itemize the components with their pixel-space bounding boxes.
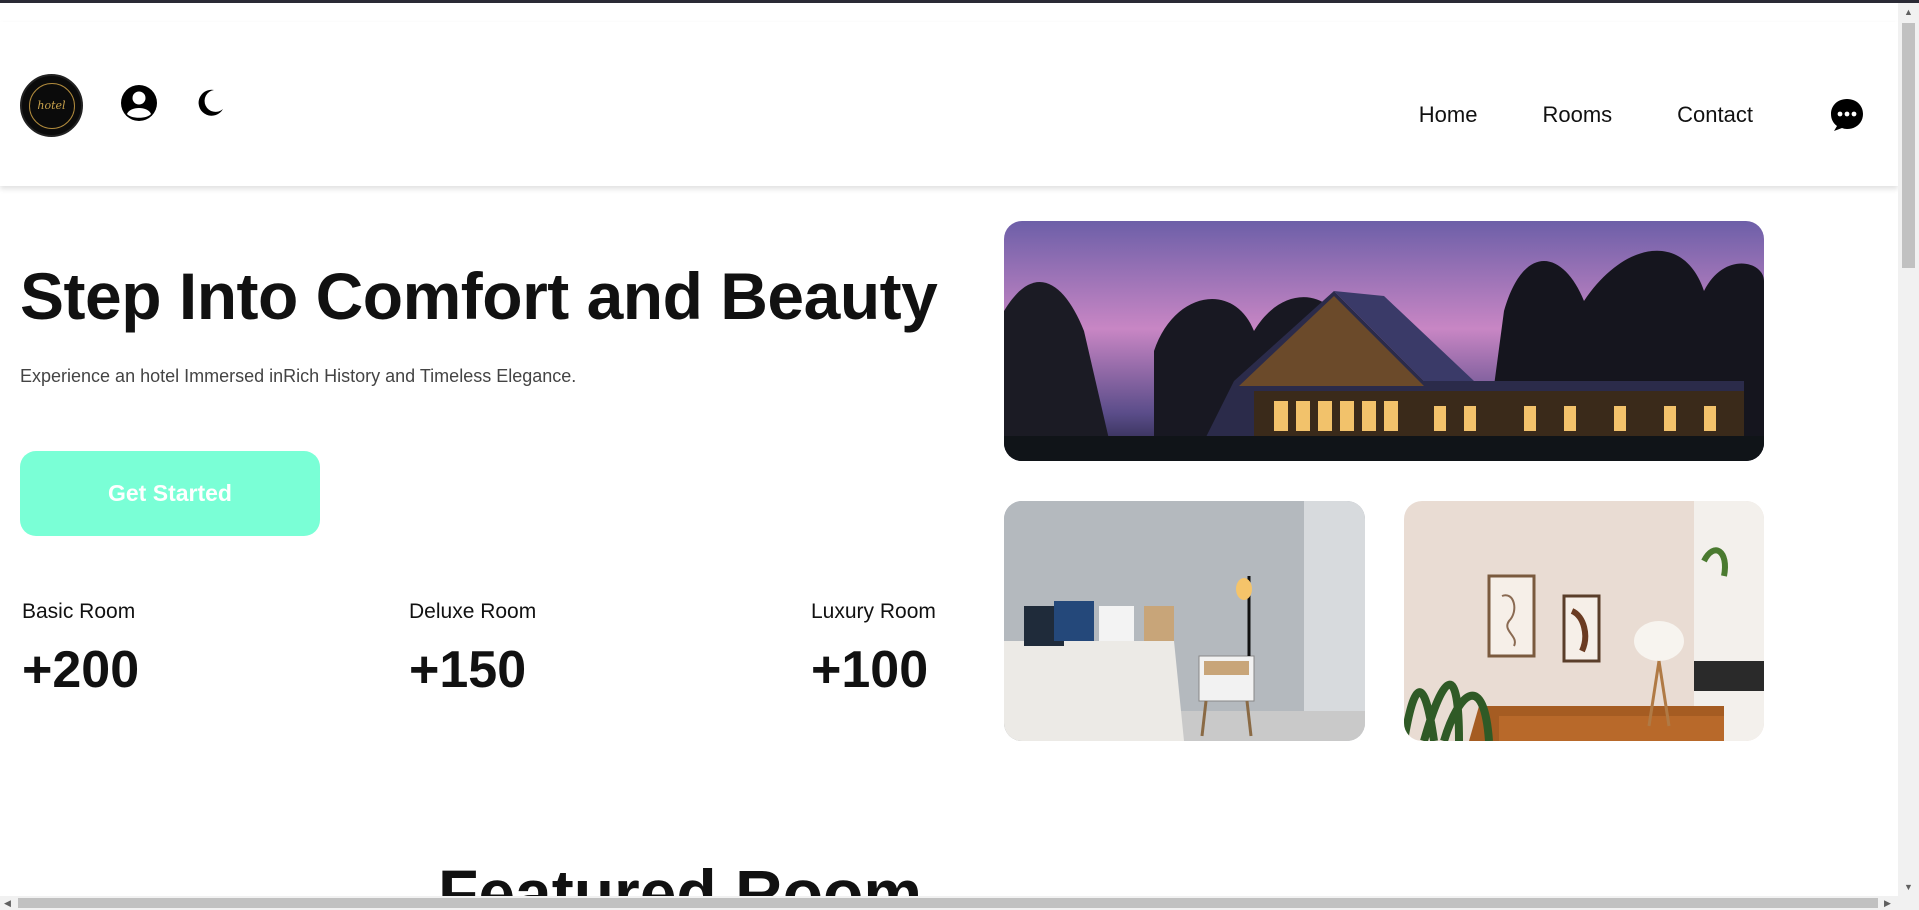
nav-rooms[interactable]: Rooms: [1542, 102, 1612, 128]
stat-deluxe-room: Deluxe Room +150: [409, 600, 536, 700]
get-started-button[interactable]: Get Started: [20, 451, 320, 536]
vertical-scroll-thumb[interactable]: [1902, 23, 1915, 268]
logo-emblem: hotel: [28, 82, 75, 129]
stat-label: Deluxe Room: [409, 600, 537, 623]
stat-basic-room: Basic Room +200: [22, 600, 139, 700]
scroll-right-icon[interactable]: ▶: [1884, 898, 1891, 908]
chat-icon[interactable]: [1829, 97, 1865, 133]
stat-label: Basic Room: [22, 600, 136, 623]
scroll-down-icon[interactable]: ▼: [1904, 882, 1913, 892]
horizontal-scroll-thumb[interactable]: [18, 898, 1878, 908]
hero-subtitle: Experience an hotel Immersed inRich Hist…: [20, 366, 577, 386]
stat-value: +150: [409, 641, 527, 699]
stat-value: +100: [811, 641, 929, 699]
hotel-logo[interactable]: hotel: [20, 74, 83, 137]
nav-contact[interactable]: Contact: [1677, 102, 1753, 128]
bedroom-image: [1004, 501, 1365, 741]
user-icon[interactable]: [120, 84, 158, 122]
scroll-up-icon[interactable]: ▲: [1904, 7, 1913, 17]
stat-label: Luxury Room: [811, 600, 936, 623]
logo-text: hotel: [37, 99, 66, 112]
window-top-border: [0, 0, 1919, 3]
living-room-image: [1404, 501, 1764, 741]
main-nav: Home Rooms Contact: [1419, 102, 1753, 128]
hotel-exterior-image: [1004, 221, 1764, 461]
hero-title: Step Into Comfort and Beauty: [20, 259, 938, 333]
horizontal-scrollbar[interactable]: ◀ ▶: [0, 896, 1919, 910]
moon-icon[interactable]: [193, 86, 227, 120]
scroll-left-icon[interactable]: ◀: [4, 898, 11, 908]
stat-value: +200: [22, 641, 140, 699]
nav-home[interactable]: Home: [1419, 102, 1478, 128]
stat-luxury-room: Luxury Room +100: [811, 600, 936, 700]
vertical-scrollbar[interactable]: ▲ ▼: [1898, 3, 1919, 896]
site-header: hotel Home Rooms Contact: [0, 22, 1898, 186]
